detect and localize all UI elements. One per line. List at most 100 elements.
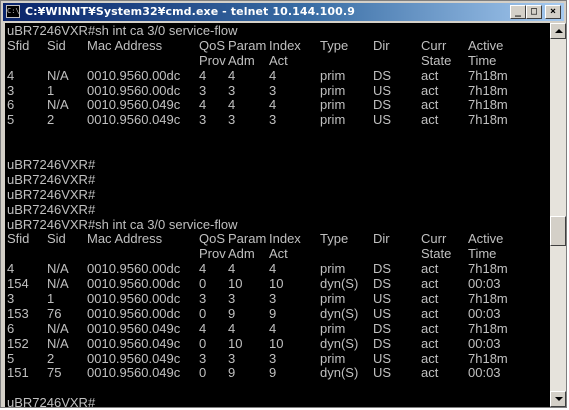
console-cell: act bbox=[421, 365, 439, 381]
console-cell: 76 bbox=[47, 305, 62, 321]
console-cell: Prov bbox=[199, 246, 226, 262]
maximize-button[interactable]: □ bbox=[526, 5, 542, 19]
console-cell: 00:03 bbox=[468, 335, 501, 351]
console-cell: 3 bbox=[228, 82, 236, 98]
console-cell: N/A bbox=[47, 320, 69, 336]
console-cell: 7h18m bbox=[468, 67, 508, 83]
console-cell: 3 bbox=[7, 291, 15, 307]
console-cell: Prov bbox=[199, 52, 226, 68]
console-cell: 10 bbox=[269, 335, 284, 351]
console-cell: act bbox=[421, 305, 439, 321]
console-cell: 152 bbox=[7, 335, 29, 351]
minimize-button[interactable]: _ bbox=[510, 5, 526, 19]
console-cell: 0010.9560.00dc bbox=[87, 67, 181, 83]
console-cell: Act bbox=[269, 52, 288, 68]
console-cell: act bbox=[421, 112, 439, 128]
console-cell: 0010.9560.00dc bbox=[87, 276, 181, 292]
console-cell: prim bbox=[320, 97, 346, 113]
console-cell: act bbox=[421, 97, 439, 113]
console-cell: Param bbox=[228, 231, 267, 247]
console-cell: 4 bbox=[199, 261, 207, 277]
console-cell: Adm bbox=[228, 52, 255, 68]
console-cell: Dir bbox=[373, 231, 390, 247]
console-window: C:\ C:¥WINNT¥System32¥cmd.exe - telnet 1… bbox=[0, 0, 567, 408]
console-cell: dyn(S) bbox=[320, 276, 359, 292]
console-cell: 0 bbox=[199, 335, 207, 351]
console-cell: US bbox=[373, 291, 392, 307]
console-text: uBR7246VXR# bbox=[7, 201, 96, 217]
console-cell: Mac Address bbox=[87, 37, 163, 53]
console-cell: dyn(S) bbox=[320, 305, 359, 321]
console-cell: 0 bbox=[199, 305, 207, 321]
console-cell: DS bbox=[373, 320, 392, 336]
title-bar[interactable]: C:\ C:¥WINNT¥System32¥cmd.exe - telnet 1… bbox=[3, 3, 564, 21]
console-cell: 10 bbox=[269, 276, 284, 292]
console-cell: 4 bbox=[199, 320, 207, 336]
console-cell: N/A bbox=[47, 261, 69, 277]
console-cell: 3 bbox=[199, 82, 207, 98]
console-cell: 0010.9560.00dc bbox=[87, 261, 181, 277]
console-cell: 3 bbox=[269, 82, 277, 98]
console-text: uBR7246VXR#sh int ca 3/0 service-flow bbox=[7, 216, 238, 232]
console-cell: Active bbox=[468, 37, 504, 53]
console-app-icon[interactable]: C:\ bbox=[6, 5, 20, 18]
console-cell: 7h18m bbox=[468, 261, 508, 277]
scroll-up-button[interactable] bbox=[550, 23, 566, 39]
console-cell: prim bbox=[320, 320, 346, 336]
console-cell: 4 bbox=[7, 67, 15, 83]
console-text: uBR7246VXR# bbox=[7, 395, 96, 407]
console-cell: DS bbox=[373, 276, 392, 292]
console-cell: N/A bbox=[47, 67, 69, 83]
console-cell: 153 bbox=[7, 305, 29, 321]
console-cell: 9 bbox=[269, 305, 277, 321]
console-cell: 7h18m bbox=[468, 112, 508, 128]
console-cell: 0 bbox=[199, 276, 207, 292]
console-output[interactable]: uBR7246VXR#sh int ca 3/0 service-flow Sfi… bbox=[5, 23, 550, 407]
close-button[interactable]: × bbox=[545, 5, 561, 19]
console-cell: 3 bbox=[199, 291, 207, 307]
console-cell: N/A bbox=[47, 97, 69, 113]
console-cell: Mac Address bbox=[87, 231, 163, 247]
console-text: uBR7246VXR#sh int ca 3/0 service-flow bbox=[7, 23, 238, 38]
scroll-thumb[interactable] bbox=[550, 216, 566, 246]
console-cell: QoS bbox=[199, 37, 226, 53]
console-cell: Dir bbox=[373, 37, 390, 53]
console-cell: State bbox=[421, 52, 452, 68]
console-cell: US bbox=[373, 350, 392, 366]
console-text: uBR7246VXR# bbox=[7, 157, 96, 173]
console-cell: 5 bbox=[7, 112, 15, 128]
console-cell: Sfid bbox=[7, 231, 30, 247]
console-cell: Curr bbox=[421, 231, 447, 247]
console-cell: Time bbox=[468, 246, 497, 262]
console-cell: 3 bbox=[7, 82, 15, 98]
console-cell: 0010.9560.049c bbox=[87, 335, 181, 351]
console-cell: Sid bbox=[47, 231, 66, 247]
console-cell: 4 bbox=[7, 261, 15, 277]
console-cell: Type bbox=[320, 37, 349, 53]
console-text: uBR7246VXR# bbox=[7, 186, 96, 202]
console-cell: 4 bbox=[228, 261, 236, 277]
console-cell: 10 bbox=[228, 276, 243, 292]
console-cell: act bbox=[421, 291, 439, 307]
console-cell: 0010.9560.00dc bbox=[87, 291, 181, 307]
console-cell: 3 bbox=[199, 350, 207, 366]
arrow-down-icon bbox=[555, 397, 563, 401]
console-cell: act bbox=[421, 335, 439, 351]
console-cell: 7h18m bbox=[468, 291, 508, 307]
console-cell: act bbox=[421, 350, 439, 366]
console-cell: US bbox=[373, 82, 392, 98]
console-cell: N/A bbox=[47, 276, 69, 292]
console-cell: 0010.9560.00dc bbox=[87, 82, 181, 98]
console-cell: act bbox=[421, 82, 439, 98]
console-cell: QoS bbox=[199, 231, 226, 247]
console-cell: Curr bbox=[421, 37, 447, 53]
console-cell: 4 bbox=[228, 97, 236, 113]
arrow-up-icon bbox=[555, 29, 563, 33]
console-cell: 151 bbox=[7, 365, 29, 381]
scroll-down-button[interactable] bbox=[550, 391, 566, 407]
console-cell: prim bbox=[320, 82, 346, 98]
console-cell: Time bbox=[468, 52, 497, 68]
console-cell: N/A bbox=[47, 335, 69, 351]
console-cell: 0010.9560.049c bbox=[87, 97, 181, 113]
vertical-scrollbar[interactable] bbox=[550, 23, 566, 407]
